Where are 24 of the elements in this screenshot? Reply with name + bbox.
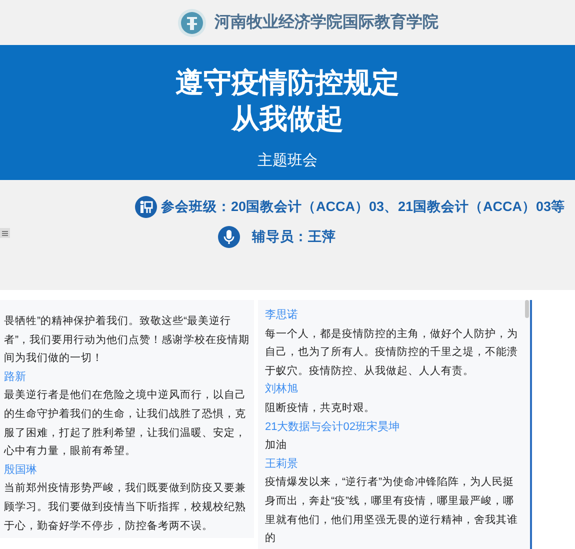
comment-author: 路新 (4, 370, 27, 385)
comment-author: 王莉景 (265, 456, 299, 472)
slide-title: 从我做起 (232, 102, 344, 136)
info-text: 参会班级：20国教会计（ACCA）03、21国教会计（ACCA）03等 (161, 198, 566, 216)
slide-subtitle: 主题班会 (258, 151, 318, 170)
comment-author: 李思诺 (265, 308, 299, 323)
slide-title: 遵守疫情防控规定 (176, 66, 400, 100)
comment-text: 每一个人，都是疫情防控的主角，做好个人防护，为自己，也为了所有人。疫情防控的千里之堤，不能溃于蚁穴。疫情防控、从我做起、人人有责。 (265, 326, 519, 379)
comment-text: 畏牺牲”的精神保护着我们。致敬这些“最美逆行者”，我们要用行动为他们点赞！感谢学校在疫情期间为我们做的一切！ (4, 314, 250, 366)
comment-text: 加油 (265, 438, 288, 454)
comment-text: 阻断疫情，共克时艰。 (265, 400, 376, 416)
comment-author: 21大数据与会计02班宋昊坤 (265, 420, 400, 435)
microphone-icon (218, 226, 240, 248)
comment-text: 当前郑州疫情形势严峻，我们既要做到防疫又要兼顾学习。我们要做到疫情当下听指挥，校规校纪熟于心，勤奋好学不停步，防控备考两不误。 (4, 481, 247, 534)
menu-icon[interactable] (0, 228, 10, 238)
teacher-board-icon (135, 196, 157, 218)
school-logo-icon (176, 8, 206, 38)
scrollbar-thumb[interactable] (525, 300, 529, 318)
comment-author: 殷国琳 (4, 462, 38, 478)
info-text: 辅导员：王萍 (252, 228, 336, 246)
comment-text: 疫情爆发以来，“逆行者”为使命冲锋陷阵，为人民挺身而出，奔赴“疫”线，哪里有疫情，哪里最严峻，哪里就有他们，他们用坚强无畏的逆行精神，舍我其谁的 (265, 475, 519, 546)
comment-text: 最美逆行者是他们在危险之境中逆风而行，以自己的生命守护着我们的生命，让我们战胜了恐惧，克服了困难，打起了胜利希望，让我们温暖、安定，心中有力量，眼前有希望。 (4, 388, 247, 460)
comment-author: 刘林旭 (265, 382, 299, 398)
school-name: 河南牧业经济学院国际教育学院 (214, 12, 438, 33)
